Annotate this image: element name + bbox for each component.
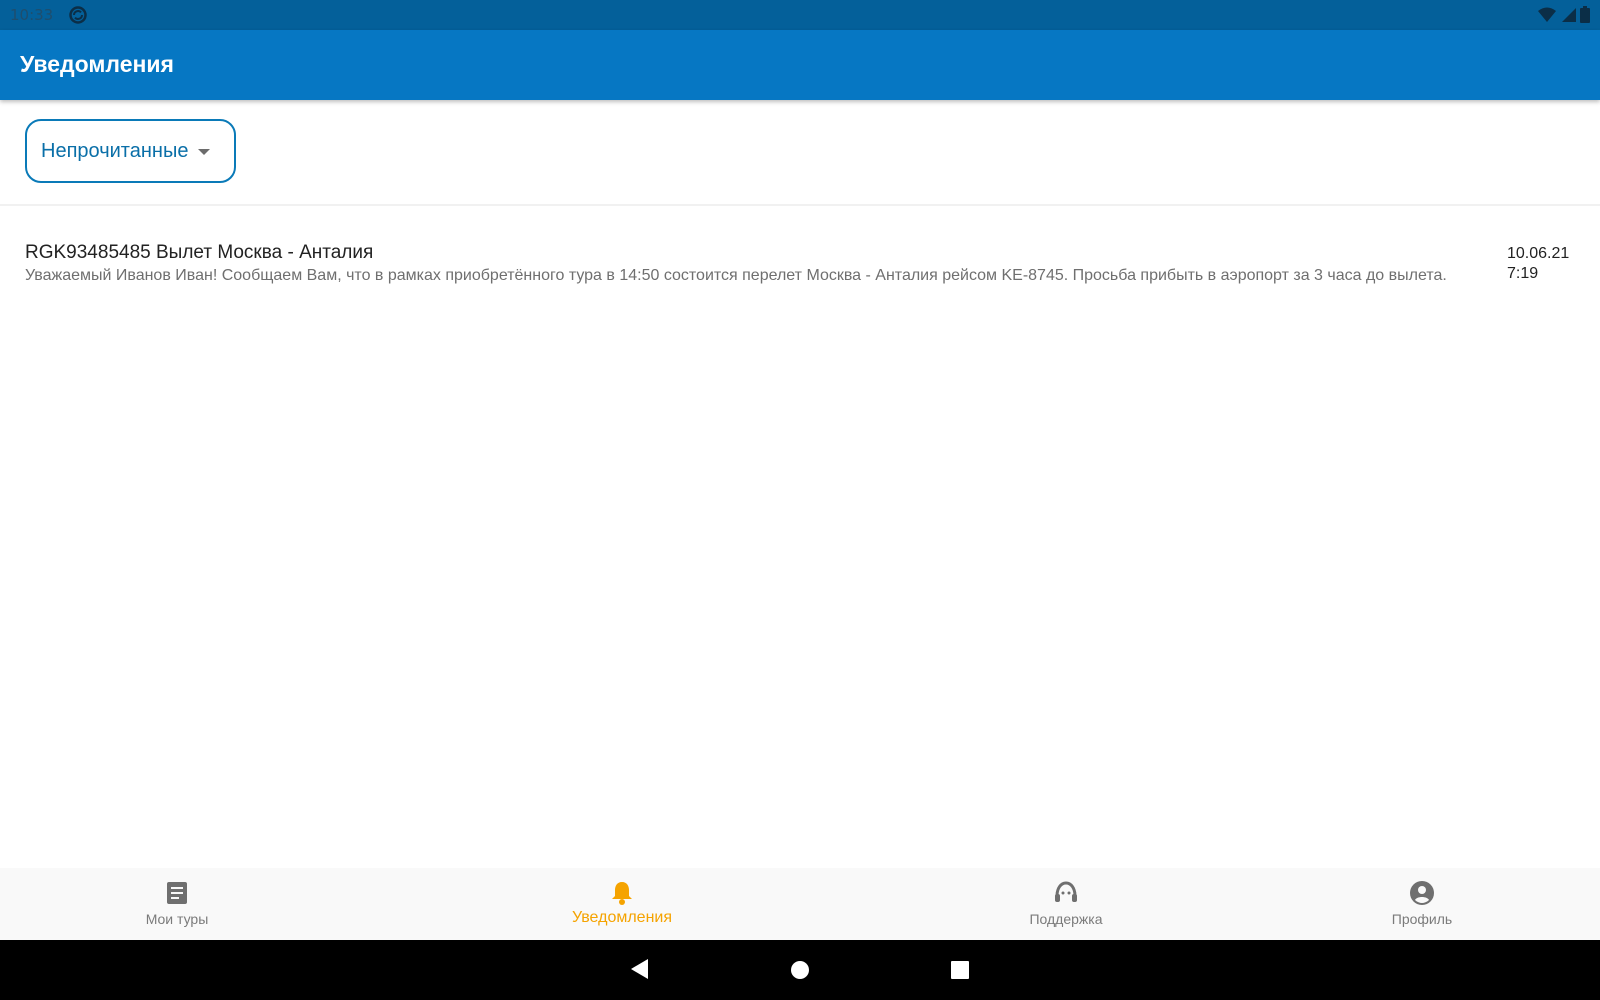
nav-item-support[interactable]: Поддержка [966,868,1166,940]
caret-down-icon [198,149,211,155]
notification-title: RGK93485485 Вылет Москва - Анталия [25,242,374,263]
bottom-navigation: Мои туры Уведомления Поддержка Профиль [0,868,1600,940]
filter-dropdown[interactable]: Непрочитанные [25,119,236,183]
status-time: 10:33 [10,6,54,24]
nav-label-notifications: Уведомления [571,909,673,926]
headset-icon [1053,880,1079,906]
system-navigation-bar [0,940,1600,1000]
document-icon [164,880,190,906]
nav-label-profile: Профиль [1391,911,1453,927]
recents-icon[interactable] [950,960,970,985]
nav-item-profile[interactable]: Профиль [1322,868,1522,940]
nav-item-notifications[interactable]: Уведомления [522,868,722,940]
bell-icon [609,880,635,906]
back-icon[interactable] [630,958,650,985]
nav-item-my-tours[interactable]: Мои туры [77,868,277,940]
filter-section: Непрочитанные [0,100,1600,206]
notification-time: 7:19 [1507,265,1539,282]
notification-datetime: 10.06.21 7:19 [1507,244,1569,284]
notification-date: 10.06.21 [1507,245,1570,262]
nav-label-support: Поддержка [1029,911,1103,927]
account-circle-icon [1409,880,1435,906]
page-title: Уведомления [20,51,174,77]
nav-label-my-tours: Мои туры [145,911,209,927]
app-bar: Уведомления [0,30,1600,100]
status-bar: 10:33 [0,0,1600,30]
battery-icon [1580,6,1590,27]
sync-icon [68,5,88,25]
notification-body: Уважаемый Иванов Иван! Сообщаем Вам, что… [25,267,1447,284]
signal-icon [1560,7,1576,27]
wifi-icon [1538,7,1556,27]
filter-selected-label: Непрочитанные [41,139,189,162]
home-icon[interactable] [790,960,810,985]
notification-item[interactable]: RGK93485485 Вылет Москва - Анталия Уважа… [0,236,1600,316]
